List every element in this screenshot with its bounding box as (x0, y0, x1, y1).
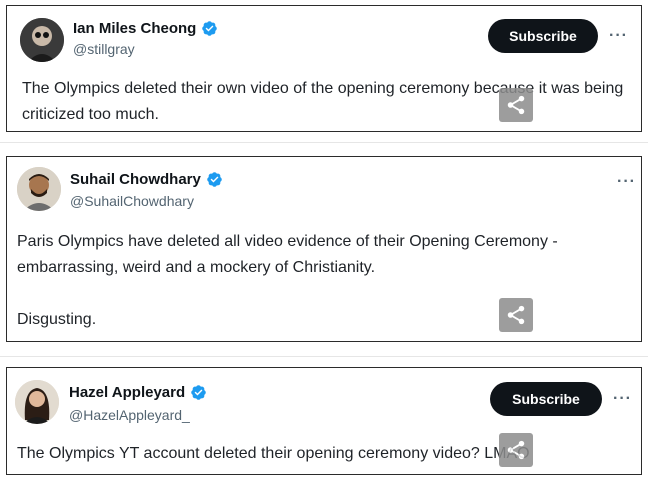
verified-badge-icon (191, 385, 206, 400)
avatar[interactable] (20, 18, 64, 62)
subscribe-button[interactable]: Subscribe (488, 19, 598, 53)
share-icon[interactable] (499, 433, 533, 467)
divider (0, 142, 648, 143)
author-row: Hazel Appleyard (69, 384, 207, 401)
verified-badge-icon (207, 172, 222, 187)
tweet-text: The Olympics deleted their own video of … (22, 80, 628, 123)
author-name[interactable]: Suhail Chowdhary (70, 171, 201, 188)
subscribe-button[interactable]: Subscribe (490, 382, 602, 416)
share-icon[interactable] (499, 298, 533, 332)
author-name[interactable]: Hazel Appleyard (69, 384, 185, 401)
tweet-card: Suhail Chowdhary @SuhailChowdhary ··· Pa… (6, 156, 642, 342)
tweet-text: The Olympics YT account deleted their op… (17, 445, 530, 462)
author-handle[interactable]: @stillgray (73, 41, 135, 57)
tweet-card: Hazel Appleyard @HazelAppleyard_ Subscri… (6, 367, 642, 475)
author-handle[interactable]: @SuhailChowdhary (70, 193, 194, 209)
author-row: Suhail Chowdhary (70, 171, 223, 188)
share-icon[interactable] (499, 88, 533, 122)
avatar[interactable] (17, 167, 61, 211)
avatar[interactable] (15, 380, 59, 424)
author-row: Ian Miles Cheong (73, 20, 218, 37)
more-icon[interactable]: ··· (609, 28, 628, 44)
more-icon[interactable]: ··· (617, 174, 636, 190)
tweet-card: Ian Miles Cheong @stillgray Subscribe ··… (6, 5, 642, 132)
author-name[interactable]: Ian Miles Cheong (73, 20, 196, 37)
more-icon[interactable]: ··· (613, 391, 632, 407)
author-handle[interactable]: @HazelAppleyard_ (69, 407, 190, 423)
verified-badge-icon (202, 21, 218, 36)
divider (0, 356, 648, 357)
